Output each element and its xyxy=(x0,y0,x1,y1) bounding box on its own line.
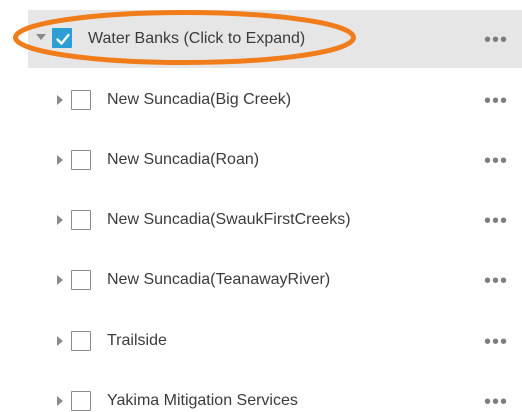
layer-list: Water Banks (Click to Expand) ••• New Su… xyxy=(0,0,522,412)
layer-checkbox[interactable] xyxy=(71,210,91,230)
chevron-right-icon[interactable] xyxy=(57,336,63,346)
checkmark-icon xyxy=(56,33,70,45)
more-options-icon[interactable]: ••• xyxy=(484,332,508,352)
layer-label: New Suncadia(TeanawayRiver) xyxy=(107,271,331,288)
layer-label: New Suncadia(Roan) xyxy=(107,151,260,168)
layer-checkbox[interactable] xyxy=(71,150,91,170)
chevron-right-icon[interactable] xyxy=(57,95,63,105)
more-options-icon[interactable]: ••• xyxy=(484,30,508,50)
layer-label: Trailside xyxy=(107,332,167,349)
layer-item-water-banks[interactable]: Water Banks (Click to Expand) ••• xyxy=(28,10,522,68)
more-options-icon[interactable]: ••• xyxy=(484,211,508,231)
layer-label: Yakima Mitigation Services xyxy=(107,392,298,409)
chevron-right-icon[interactable] xyxy=(57,275,63,285)
more-options-icon[interactable]: ••• xyxy=(484,91,508,111)
chevron-right-icon[interactable] xyxy=(57,155,63,165)
layer-label: New Suncadia(SwaukFirstCreeks) xyxy=(107,211,351,228)
more-options-icon[interactable]: ••• xyxy=(484,151,508,171)
layer-checkbox[interactable] xyxy=(71,391,91,411)
layer-item[interactable]: New Suncadia(TeanawayRiver) ••• xyxy=(0,251,522,309)
chevron-right-icon[interactable] xyxy=(57,215,63,225)
chevron-right-icon[interactable] xyxy=(57,396,63,406)
layer-checkbox[interactable] xyxy=(71,90,91,110)
layer-item[interactable]: New Suncadia(Roan) ••• xyxy=(0,131,522,189)
more-options-icon[interactable]: ••• xyxy=(484,271,508,291)
layer-label: New Suncadia(Big Creek) xyxy=(107,91,292,108)
layer-checkbox-water-banks[interactable] xyxy=(52,28,72,48)
chevron-down-icon[interactable] xyxy=(36,34,46,40)
layer-label: Water Banks (Click to Expand) xyxy=(88,30,306,47)
layer-checkbox[interactable] xyxy=(71,270,91,290)
layer-item[interactable]: New Suncadia(SwaukFirstCreeks) ••• xyxy=(0,191,522,249)
more-options-icon[interactable]: ••• xyxy=(484,392,508,412)
layer-item[interactable]: Yakima Mitigation Services ••• xyxy=(0,372,522,412)
layer-item[interactable]: Trailside ••• xyxy=(0,312,522,370)
layer-item[interactable]: New Suncadia(Big Creek) ••• xyxy=(0,71,522,129)
layer-checkbox[interactable] xyxy=(71,331,91,351)
